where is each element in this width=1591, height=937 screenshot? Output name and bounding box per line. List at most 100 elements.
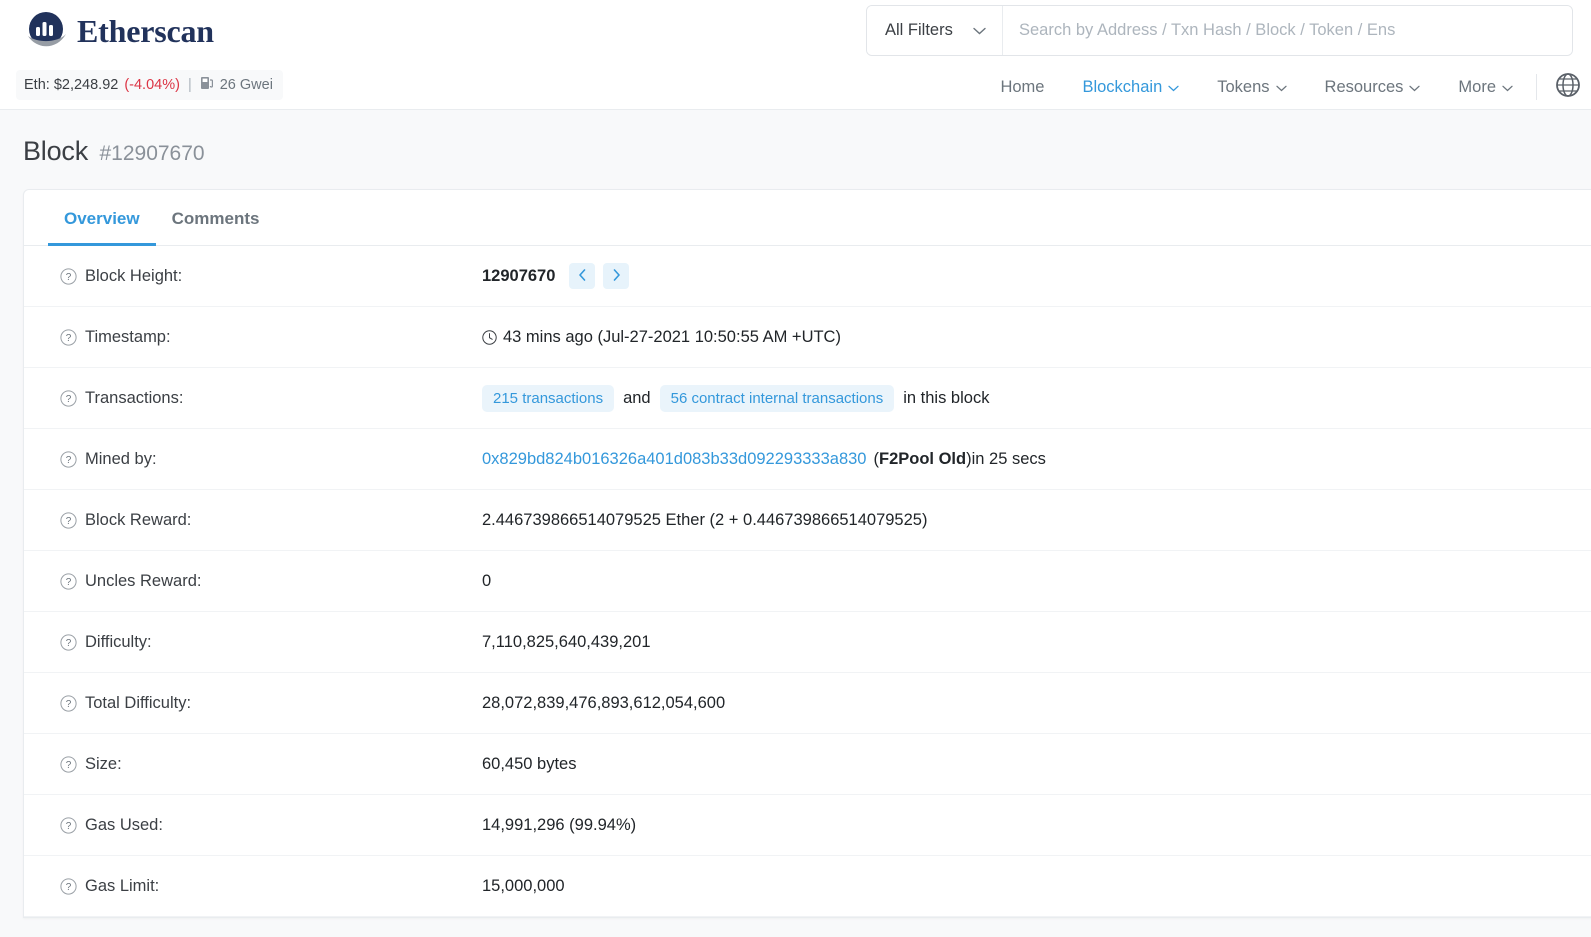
- row-label-wrapper: ? Transactions:: [40, 389, 482, 408]
- block-height-value: 12907670: [482, 266, 556, 285]
- row-label: Block Reward:: [85, 510, 192, 529]
- help-icon[interactable]: ?: [60, 877, 77, 895]
- row-uncles-reward: ? Uncles Reward: 0: [24, 551, 1591, 612]
- chevron-right-icon: [612, 268, 621, 284]
- row-total-difficulty: ? Total Difficulty: 28,072,839,476,893,6…: [24, 673, 1591, 734]
- nav-item-tokens[interactable]: Tokens: [1198, 78, 1305, 97]
- row-label-wrapper: ? Gas Limit:: [40, 877, 482, 896]
- row-label: Uncles Reward:: [85, 571, 202, 590]
- row-label-wrapper: ? Gas Used:: [40, 816, 482, 835]
- svg-text:?: ?: [66, 882, 72, 893]
- gas-pump-icon: [200, 75, 214, 95]
- search-bar: All Filters: [866, 5, 1573, 56]
- row-size: ? Size: 60,450 bytes: [24, 734, 1591, 795]
- nav-divider: [1536, 74, 1537, 100]
- brand-name: Etherscan: [77, 12, 214, 49]
- previous-block-button[interactable]: [569, 263, 596, 289]
- row-value: 2.446739866514079525 Ether (2 + 0.446739…: [482, 510, 928, 529]
- all-filters-dropdown[interactable]: All Filters: [867, 6, 1003, 55]
- help-icon[interactable]: ?: [60, 816, 77, 834]
- internal-transactions-count-link[interactable]: 56 contract internal transactions: [659, 384, 895, 412]
- svg-text:?: ?: [66, 577, 72, 588]
- row-value: 12907670: [482, 263, 1591, 289]
- brand-home-link[interactable]: Etherscan: [23, 8, 214, 54]
- svg-text:?: ?: [66, 333, 72, 344]
- row-label-wrapper: ? Total Difficulty:: [40, 694, 482, 713]
- chevron-down-icon: [1168, 78, 1179, 97]
- svg-text:?: ?: [66, 699, 72, 710]
- chevron-down-icon: [1502, 78, 1513, 97]
- row-gas-used: ? Gas Used: 14,991,296 (99.94%): [24, 795, 1591, 856]
- nav-label: Blockchain: [1082, 77, 1163, 96]
- row-label: Difficulty:: [85, 632, 152, 651]
- clock-icon: [482, 329, 497, 345]
- help-icon[interactable]: ?: [60, 755, 77, 773]
- svg-text:?: ?: [66, 455, 72, 466]
- help-icon[interactable]: ?: [60, 511, 77, 529]
- miner-name: F2Pool Old: [879, 449, 967, 468]
- row-label: Gas Limit:: [85, 876, 160, 895]
- eth-price-bar[interactable]: Eth: $2,248.92 (-4.04%) | 26 Gwei: [16, 70, 283, 100]
- row-label-wrapper: ? Block Reward:: [40, 511, 482, 530]
- tab-label: Comments: [171, 209, 260, 228]
- help-icon[interactable]: ?: [60, 267, 77, 285]
- svg-text:?: ?: [66, 394, 72, 405]
- search-input[interactable]: [1003, 6, 1572, 55]
- svg-text:?: ?: [66, 516, 72, 527]
- tab-label: Overview: [64, 209, 140, 228]
- row-label-wrapper: ? Difficulty:: [40, 633, 482, 652]
- row-difficulty: ? Difficulty: 7,110,825,640,439,201: [24, 612, 1591, 673]
- svg-text:?: ?: [66, 821, 72, 832]
- overview-rows: ? Block Height: 12907670 ? Timestamp: 43…: [24, 246, 1591, 917]
- page-title: Block: [23, 136, 89, 166]
- miner-address-link[interactable]: 0x829bd824b016326a401d083b33d092293333a8…: [482, 450, 867, 469]
- row-value: 0: [482, 571, 492, 590]
- row-mined-by: ? Mined by: 0x829bd824b016326a401d083b33…: [24, 429, 1591, 490]
- tab-bar: Overview Comments: [24, 190, 1591, 246]
- mining-duration: in 25 secs: [971, 449, 1046, 468]
- eth-price-change: (-4.04%): [124, 77, 180, 93]
- next-block-button[interactable]: [603, 263, 630, 289]
- help-icon[interactable]: ?: [60, 450, 77, 468]
- help-icon[interactable]: ?: [60, 328, 77, 346]
- globe-language-icon: [1555, 72, 1581, 103]
- nav-item-more[interactable]: More: [1439, 78, 1532, 97]
- language-selector[interactable]: [1541, 72, 1591, 103]
- main-navigation: Home Blockchain Tokens Resources More: [981, 64, 1591, 110]
- chevron-down-icon: [1275, 78, 1287, 97]
- row-block-reward: ? Block Reward: 2.446739866514079525 Eth…: [24, 490, 1591, 551]
- page-header: Block #12907670: [0, 110, 1591, 189]
- row-label-wrapper: ? Mined by:: [40, 450, 482, 469]
- svg-text:?: ?: [66, 760, 72, 771]
- eth-price-label: Eth: $2,248.92: [24, 77, 119, 93]
- page-subtitle: #12907670: [99, 142, 205, 165]
- row-value: 7,110,825,640,439,201: [482, 632, 651, 651]
- nav-item-blockchain[interactable]: Blockchain: [1063, 78, 1198, 97]
- help-icon[interactable]: ?: [60, 389, 77, 407]
- nav-label: Home: [1000, 77, 1045, 96]
- row-value: 28,072,839,476,893,612,054,600: [482, 693, 726, 712]
- row-transactions: ? Transactions: 215 transactions and 56 …: [24, 368, 1591, 429]
- help-icon[interactable]: ?: [60, 633, 77, 651]
- transactions-conjunction: and: [623, 388, 651, 407]
- row-label: Total Difficulty:: [85, 693, 192, 712]
- tab-comments[interactable]: Comments: [156, 190, 276, 246]
- site-header: Etherscan Eth: $2,248.92 (-4.04%) | 26 G…: [0, 0, 1591, 110]
- timestamp-value: 43 mins ago (Jul-27-2021 10:50:55 AM +UT…: [503, 327, 841, 346]
- nav-item-home[interactable]: Home: [981, 78, 1063, 97]
- tab-overview[interactable]: Overview: [48, 190, 156, 246]
- row-label: Timestamp:: [85, 327, 171, 346]
- row-label-wrapper: ? Uncles Reward:: [40, 572, 482, 591]
- transactions-tail-text: in this block: [903, 388, 990, 407]
- row-label: Size:: [85, 754, 122, 773]
- etherscan-logo-icon: [23, 8, 69, 54]
- help-icon[interactable]: ?: [60, 572, 77, 590]
- svg-text:?: ?: [66, 272, 72, 283]
- nav-label: More: [1458, 77, 1496, 96]
- row-value: 0x829bd824b016326a401d083b33d092293333a8…: [482, 450, 1591, 469]
- row-label-wrapper: ? Size:: [40, 755, 482, 774]
- nav-label: Tokens: [1217, 77, 1270, 96]
- transactions-count-link[interactable]: 215 transactions: [482, 384, 615, 412]
- nav-item-resources[interactable]: Resources: [1306, 78, 1440, 97]
- help-icon[interactable]: ?: [60, 694, 77, 712]
